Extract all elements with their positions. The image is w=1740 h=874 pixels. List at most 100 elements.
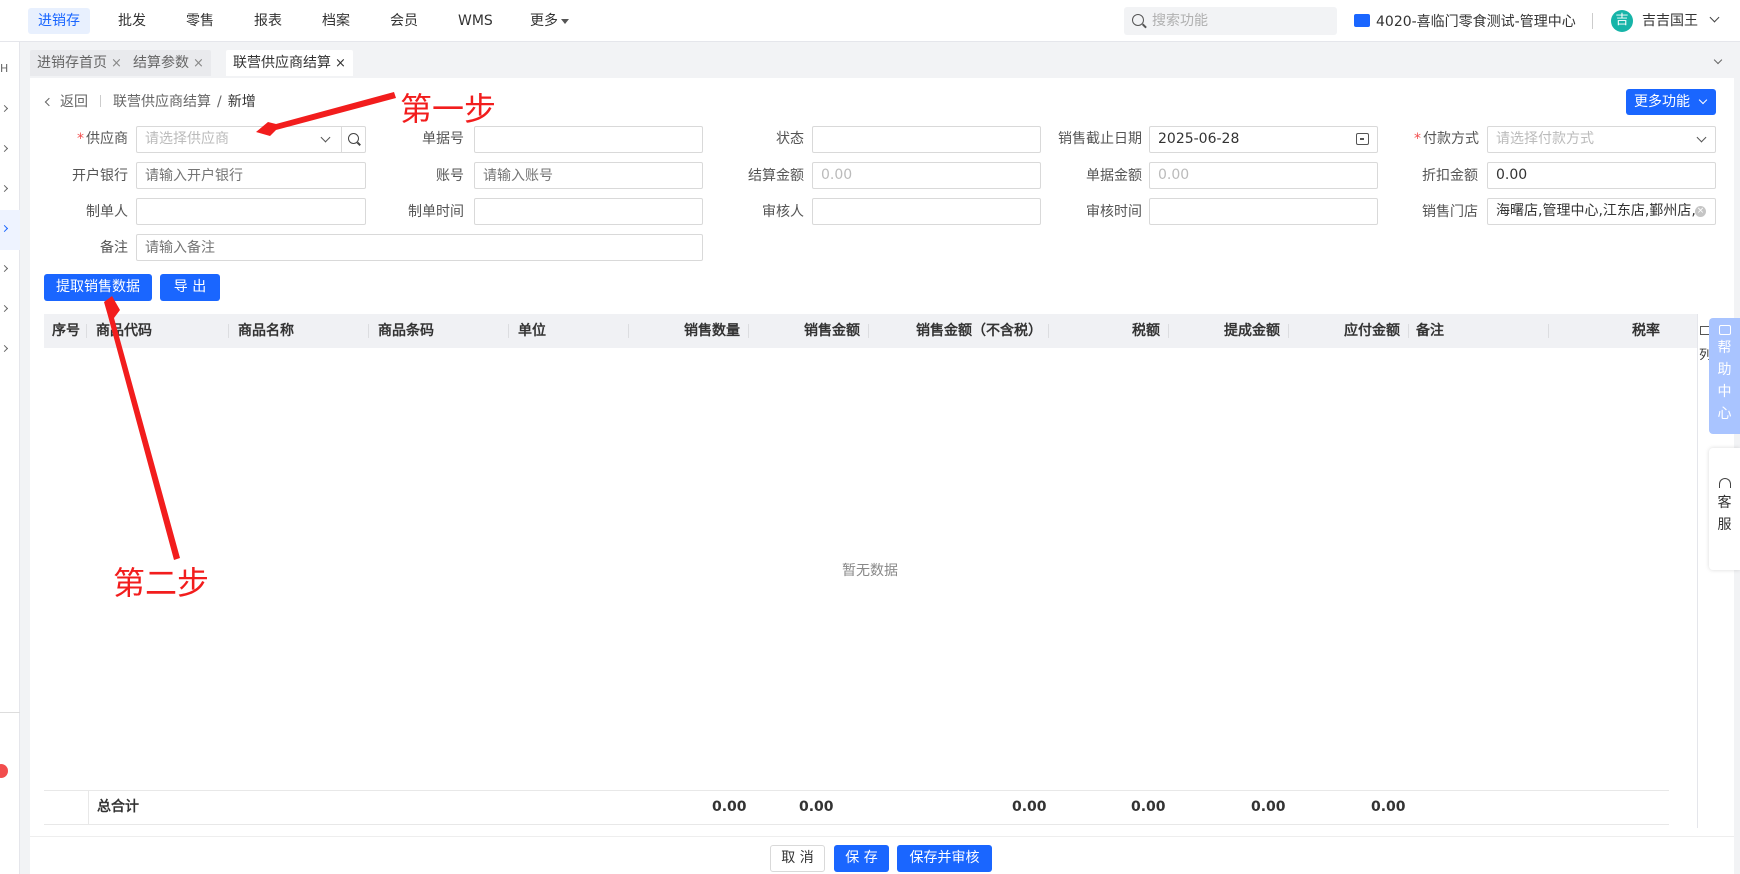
clear-icon[interactable]: ×: [1695, 206, 1706, 217]
customer-service-button[interactable]: 客 服: [1709, 448, 1740, 570]
discount-amount-input[interactable]: 0.00: [1487, 162, 1716, 189]
help-center-button[interactable]: 帮 助 中 心: [1709, 318, 1740, 434]
column-divider[interactable]: [1168, 324, 1169, 338]
avatar[interactable]: 吉: [1611, 10, 1633, 32]
chevron-down-icon: [1698, 95, 1708, 105]
nav-item-more[interactable]: 更多: [520, 8, 579, 34]
bank-input[interactable]: [136, 162, 366, 189]
column-divider[interactable]: [868, 324, 869, 338]
remark-input[interactable]: [136, 234, 703, 261]
divider: [1592, 13, 1593, 29]
column-divider[interactable]: [1048, 324, 1049, 338]
column-divider[interactable]: [748, 324, 749, 338]
sales-end-date-picker[interactable]: 2025-06-28: [1149, 126, 1378, 153]
calendar-icon[interactable]: [1356, 133, 1369, 145]
supplier-placeholder: 请选择供应商: [145, 131, 229, 147]
reviewer-label: 审核人: [762, 204, 804, 220]
back-label: 返回: [60, 94, 88, 110]
doc-no-field[interactable]: [474, 126, 703, 153]
chevron-right-icon[interactable]: [0, 344, 9, 353]
stores-label: 销售门店: [1422, 204, 1478, 220]
col-header: 税率: [1632, 323, 1660, 339]
headset-icon: [1718, 478, 1731, 488]
col-header: 提成金额: [1224, 323, 1280, 339]
close-icon[interactable]: ×: [335, 56, 346, 71]
breadcrumb-parent[interactable]: 联营供应商结算: [113, 94, 211, 110]
chevron-right-icon[interactable]: [0, 144, 9, 153]
nav-item-archives[interactable]: 档案: [312, 8, 360, 34]
column-divider[interactable]: [228, 324, 229, 338]
column-divider[interactable]: [368, 324, 369, 338]
chevron-right-icon[interactable]: [0, 104, 9, 113]
tab-inventory-home[interactable]: 进销存首页 ×: [30, 50, 129, 76]
help-char: 心: [1717, 406, 1732, 422]
supplier-select[interactable]: 请选择供应商: [136, 126, 366, 153]
required-mark: *: [1414, 131, 1421, 147]
help-char: 帮: [1717, 340, 1732, 356]
stores-select[interactable]: 海曙店,管理中心,江东店,鄞州店,: [1487, 198, 1716, 225]
payment-method-select[interactable]: 请选择付款方式: [1487, 126, 1716, 153]
close-icon[interactable]: ×: [193, 56, 204, 71]
chevron-down-icon[interactable]: [1709, 12, 1720, 23]
breadcrumb-separator: /: [217, 94, 222, 110]
notification-dot[interactable]: [0, 764, 8, 778]
tab-menu-button[interactable]: [1706, 50, 1732, 76]
creator-field[interactable]: [136, 198, 366, 225]
nav-item-wms[interactable]: WMS: [448, 8, 503, 34]
chevron-down-icon: [1713, 55, 1723, 65]
close-icon[interactable]: ×: [111, 56, 122, 71]
back-link[interactable]: 返回: [44, 94, 88, 110]
chat-icon: [1718, 325, 1731, 335]
nav-item-inventory[interactable]: 进销存: [28, 8, 90, 34]
function-search-input[interactable]: [1152, 7, 1332, 35]
fetch-sales-data-button[interactable]: 提取销售数据: [44, 274, 152, 301]
column-divider[interactable]: [508, 324, 509, 338]
user-name[interactable]: 吉吉国王: [1642, 11, 1698, 31]
org-selector[interactable]: 4020-喜临门零食测试-管理中心: [1354, 12, 1576, 32]
column-divider[interactable]: [1408, 324, 1409, 338]
more-functions-button[interactable]: 更多功能: [1626, 89, 1716, 115]
caret-down-icon: [561, 18, 569, 24]
reviewer-field[interactable]: [812, 198, 1041, 225]
tab-settlement-params[interactable]: 结算参数 ×: [126, 50, 211, 76]
account-label: 账号: [436, 168, 464, 184]
column-divider[interactable]: [628, 324, 629, 338]
col-header: 商品条码: [378, 323, 434, 339]
col-header: 商品代码: [96, 323, 152, 339]
nav-item-retail[interactable]: 零售: [176, 8, 224, 34]
create-time-field[interactable]: [474, 198, 703, 225]
cancel-button[interactable]: 取 消: [770, 845, 825, 872]
nav-item-members[interactable]: 会员: [380, 8, 428, 34]
total-sales-amount-ex-tax: 0.00: [1012, 799, 1047, 815]
nav-item-wholesale[interactable]: 批发: [108, 8, 156, 34]
total-payable: 0.00: [1371, 799, 1406, 815]
payment-method-placeholder: 请选择付款方式: [1496, 131, 1594, 147]
table-total-row: 总合计 0.00 0.00 0.00 0.00 0.00 0.00: [44, 790, 1669, 825]
nav-item-reports[interactable]: 报表: [244, 8, 292, 34]
help-char: 中: [1717, 384, 1732, 400]
bank-input-field[interactable]: [137, 163, 365, 188]
review-time-field[interactable]: [1149, 198, 1378, 225]
step1-annotation: 第一步: [400, 90, 497, 128]
column-divider[interactable]: [86, 324, 87, 338]
col-header: 商品名称: [238, 323, 294, 339]
save-and-review-button[interactable]: 保存并审核: [897, 845, 992, 872]
tab-label: 进销存首页: [37, 55, 107, 71]
tab-joint-supplier-settlement[interactable]: 联营供应商结算 ×: [226, 50, 353, 76]
account-input[interactable]: [474, 162, 703, 189]
chevron-right-icon[interactable]: [0, 184, 9, 193]
chevron-right-icon[interactable]: [0, 304, 9, 313]
remark-input-field[interactable]: [137, 235, 702, 260]
search-icon: [348, 133, 359, 144]
account-input-field[interactable]: [475, 163, 702, 188]
save-button[interactable]: 保 存: [834, 845, 889, 872]
export-button[interactable]: 导 出: [160, 274, 220, 301]
status-field[interactable]: [812, 126, 1041, 153]
building-icon: [1354, 14, 1370, 27]
breadcrumb: 返回 联营供应商结算 / 新增: [44, 92, 256, 112]
supplier-label: * 供应商: [52, 126, 128, 152]
supplier-search-button[interactable]: [341, 127, 365, 152]
chevron-right-icon[interactable]: [0, 264, 9, 273]
column-divider[interactable]: [1548, 324, 1549, 338]
column-divider[interactable]: [1288, 324, 1289, 338]
